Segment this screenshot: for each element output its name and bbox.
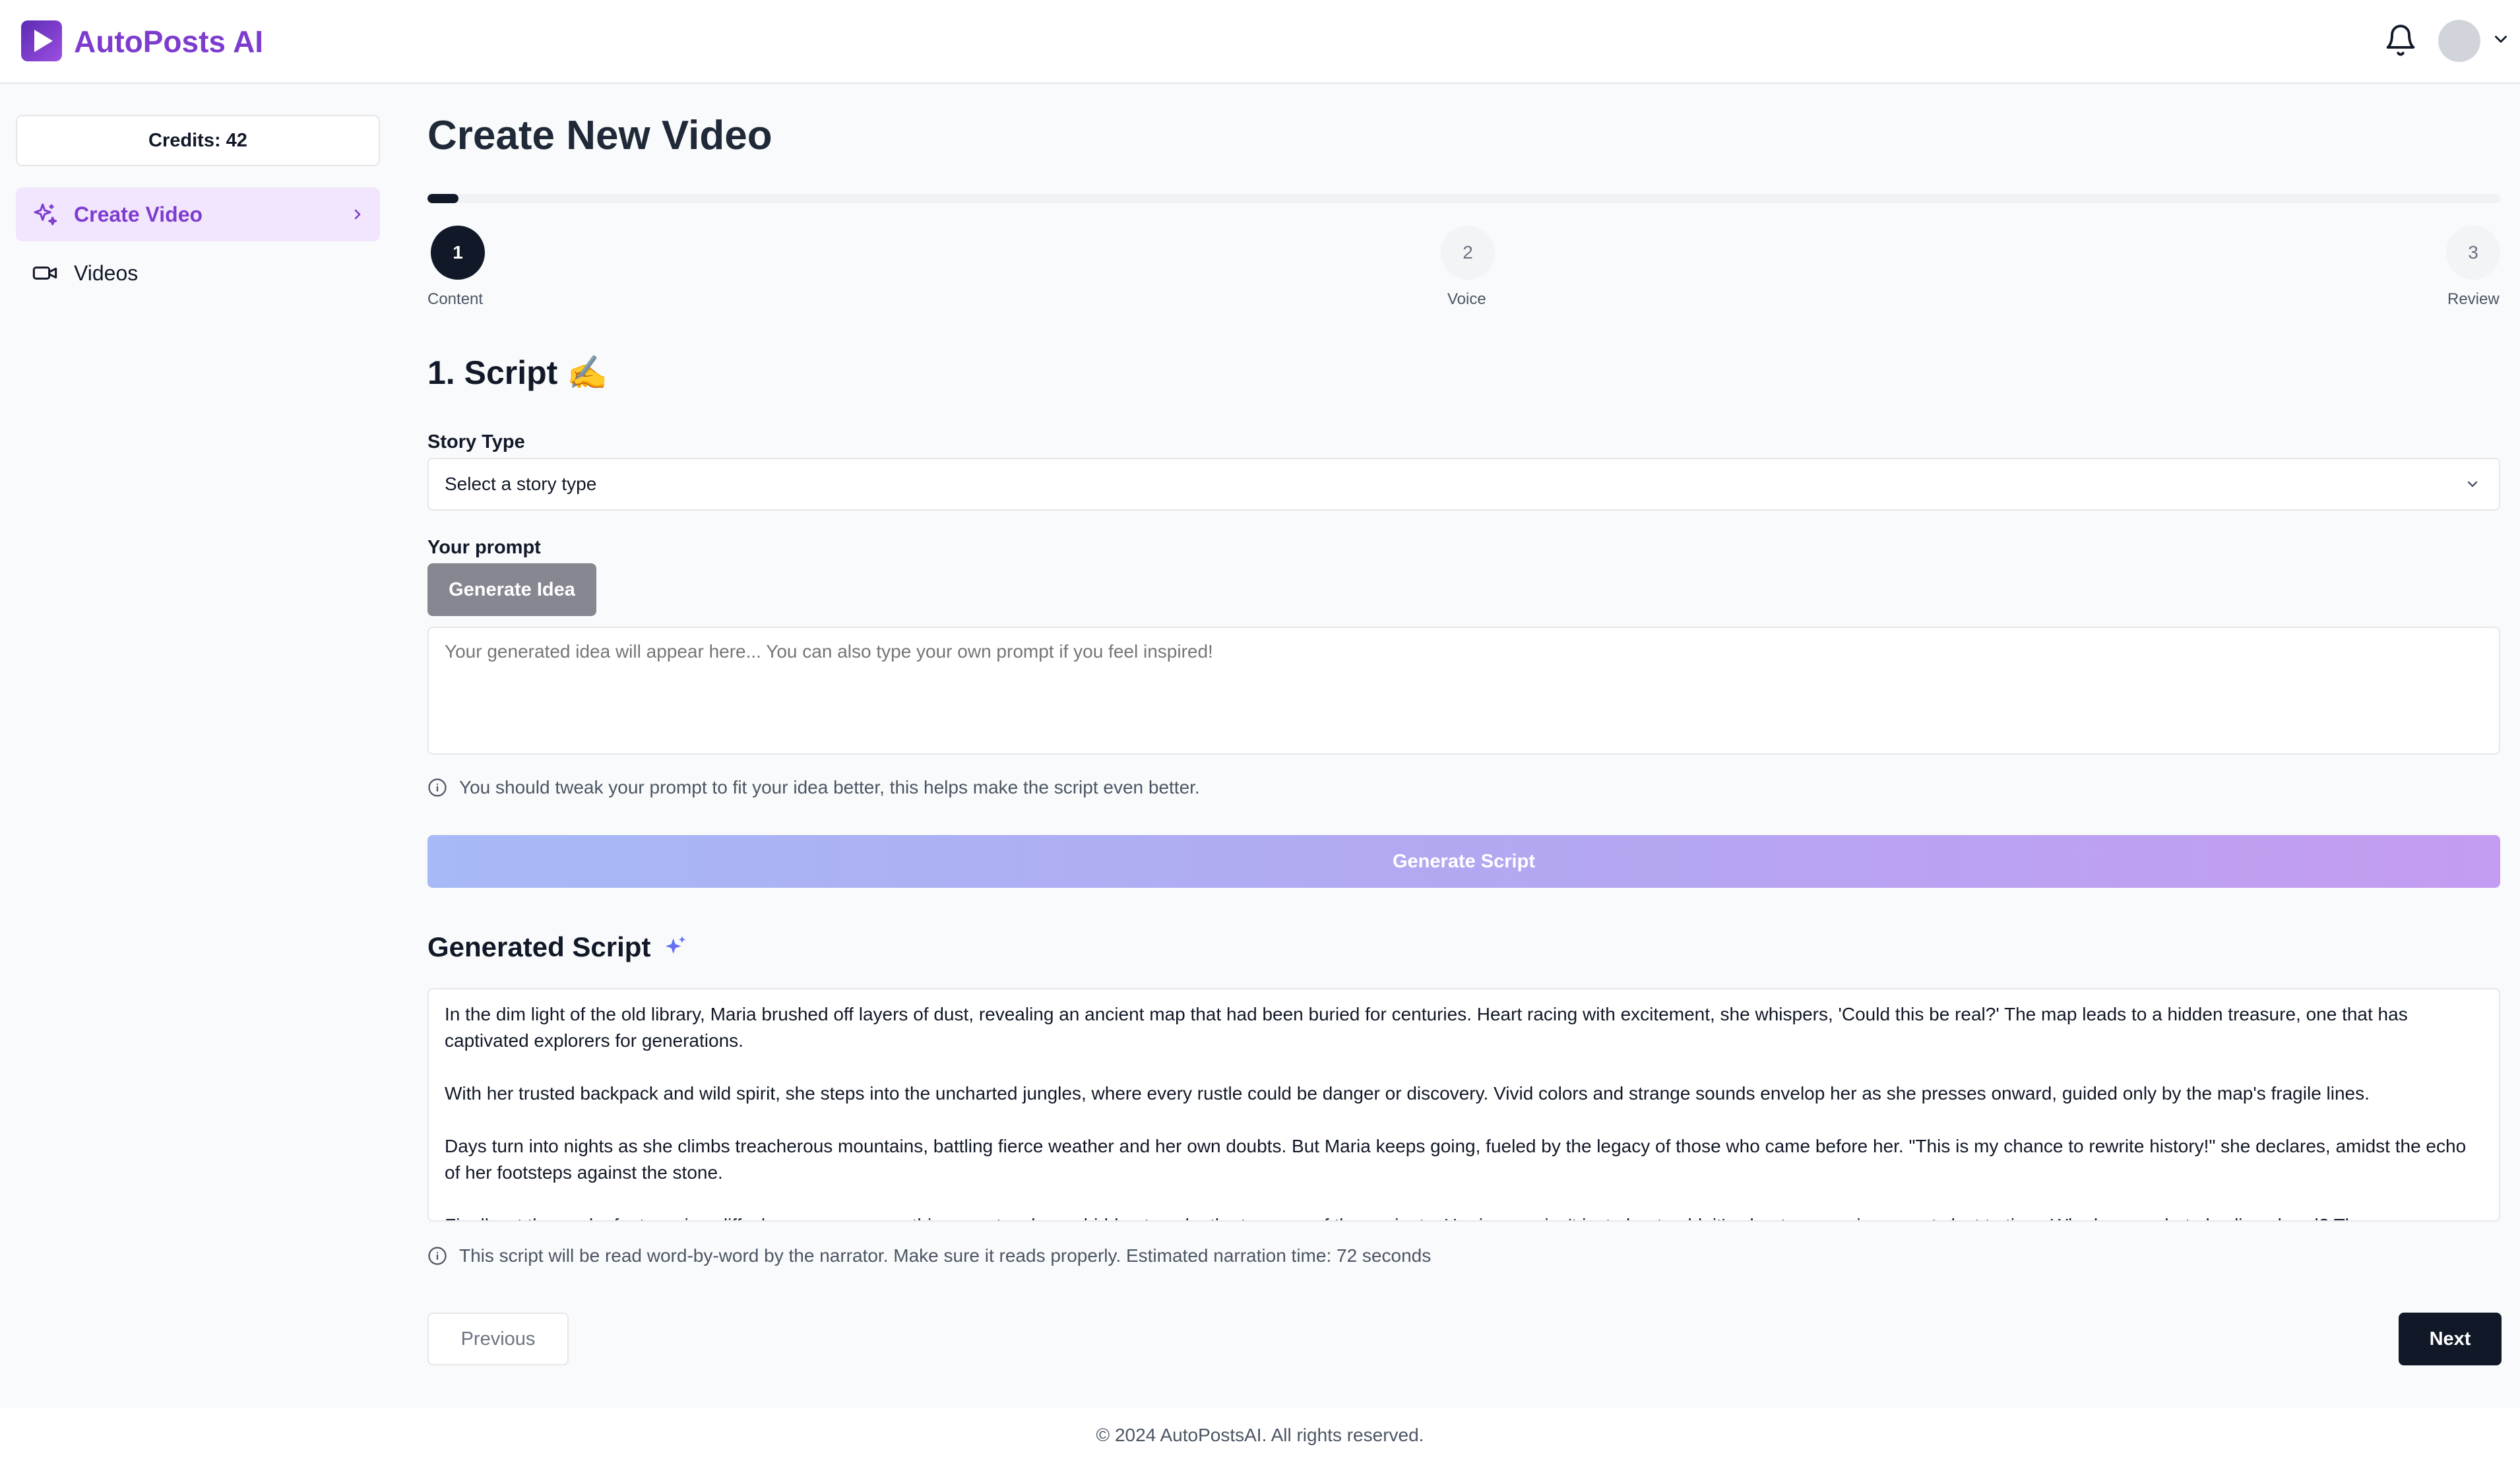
bell-icon[interactable] <box>2383 22 2418 59</box>
sidebar-item-label: Create Video <box>74 202 203 226</box>
generated-script-title: Generated Script <box>427 931 651 962</box>
footer: © 2024 AutoPostsAI. All rights reserved. <box>0 1408 2520 1463</box>
prompt-label: Your prompt <box>427 537 541 558</box>
generated-script-heading: Generated Script <box>427 931 689 963</box>
logo-icon[interactable] <box>21 20 62 61</box>
page-title: Create New Video <box>427 113 772 158</box>
chevron-down-icon[interactable] <box>2492 33 2509 46</box>
info-icon <box>428 1247 447 1265</box>
sparkle-icon <box>666 936 686 954</box>
step-1-label: Content <box>427 290 484 308</box>
prompt-hint: You should tweak your prompt to fit your… <box>427 777 1200 798</box>
copyright-text: © 2024 AutoPostsAI. All rights reserved. <box>1096 1425 1424 1445</box>
script-hint: This script will be read word-by-word by… <box>427 1245 1431 1266</box>
script-paragraph: Days turn into nights as she climbs trea… <box>445 1136 2467 1183</box>
section-title: 1. Script ✍️ <box>427 354 608 391</box>
step-3-circle[interactable]: 3 <box>2446 226 2500 280</box>
story-type-value: Select a story type <box>445 474 597 494</box>
step-1-circle[interactable]: 1 <box>431 226 485 280</box>
script-hint-text: This script will be read word-by-word by… <box>459 1245 1432 1266</box>
progress-bar <box>427 194 2500 203</box>
top-header: AutoPosts AI <box>0 0 2520 84</box>
next-button[interactable]: Next <box>2399 1313 2502 1365</box>
script-paragraph: Finally, at the peak of a towering cliff… <box>445 1212 2483 1220</box>
sidebar-item-label: Videos <box>74 261 139 285</box>
video-camera-icon <box>32 266 57 280</box>
story-type-select[interactable]: Select a story type <box>427 458 2500 511</box>
generate-idea-button[interactable]: Generate Idea <box>427 563 596 616</box>
progress-fill <box>427 194 459 203</box>
step-2-circle[interactable]: 2 <box>1441 226 1495 280</box>
story-type-label: Story Type <box>427 431 525 452</box>
generated-script-textarea[interactable]: In the dim light of the old library, Mar… <box>427 988 2500 1222</box>
prompt-textarea[interactable] <box>427 627 2500 755</box>
info-icon <box>428 778 447 797</box>
sidebar-item-create-video[interactable]: Create Video <box>16 187 380 241</box>
sidebar-item-videos[interactable]: Videos <box>16 246 380 300</box>
sparkle-icon <box>34 203 57 226</box>
brand-name[interactable]: AutoPosts AI <box>74 22 263 61</box>
step-2-label: Voice <box>1447 290 1486 308</box>
chevron-right-icon <box>354 209 361 220</box>
prompt-hint-text: You should tweak your prompt to fit your… <box>459 777 1200 797</box>
generate-script-button[interactable]: Generate Script <box>427 835 2500 888</box>
avatar[interactable] <box>2438 20 2480 62</box>
chevron-down-icon <box>2467 481 2478 487</box>
step-3-label: Review <box>2447 290 2500 308</box>
previous-button[interactable]: Previous <box>427 1313 569 1365</box>
credits-badge: Credits: 42 <box>16 115 380 166</box>
script-paragraph: In the dim light of the old library, Mar… <box>445 1004 2408 1051</box>
script-paragraph: With her trusted backpack and wild spiri… <box>445 1083 2370 1104</box>
